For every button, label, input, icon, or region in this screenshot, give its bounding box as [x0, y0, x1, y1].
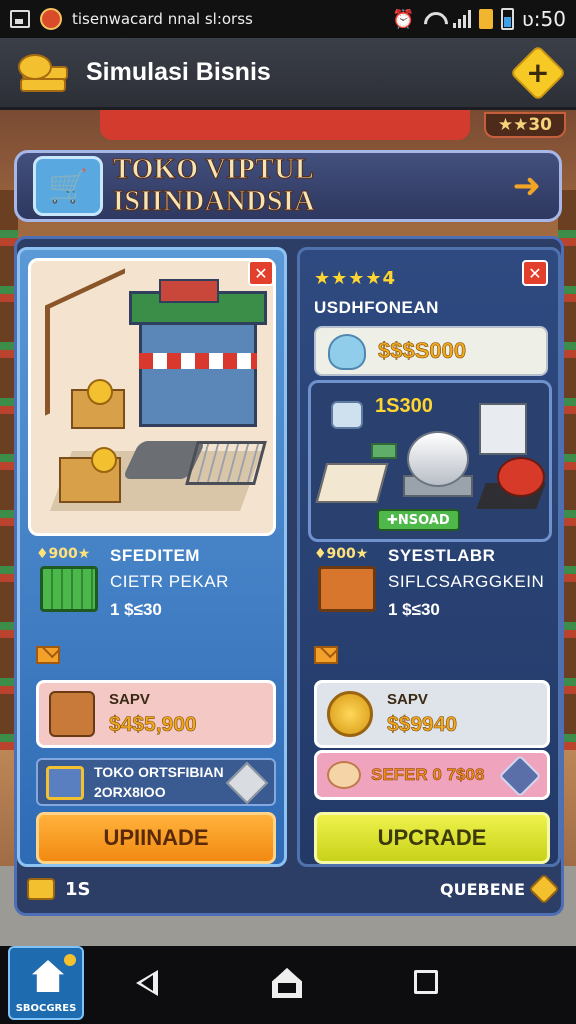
equipment-title: USDHFONEAN	[314, 298, 439, 317]
item-row[interactable]: ♦900★ SYESTLABR SIFLCSARGGKEIN 1 $≤30	[314, 546, 554, 630]
footer-count: 1S	[65, 878, 91, 900]
panel-footer: 1S QUEBENE	[27, 871, 560, 907]
stat-card: SAPV $$9940	[314, 680, 550, 748]
wifi-icon	[423, 10, 445, 28]
red-banner	[100, 110, 470, 140]
add-button[interactable]: +	[509, 44, 567, 101]
plus-icon: +	[526, 55, 550, 89]
stat-label: SAPV	[109, 691, 150, 708]
store-title: TOKO VIPTUL ISIINDANDSIA	[113, 154, 316, 218]
stat-value: $4$5,900	[109, 713, 197, 737]
trolley-icon	[185, 441, 267, 485]
price-box: $$$S000	[314, 326, 548, 376]
alarm-icon: ⏰	[392, 8, 415, 30]
clock-time: ʋ:50	[521, 7, 566, 31]
promo-text: SEFER 0 7$08	[371, 765, 485, 785]
red-roll-icon	[497, 457, 545, 497]
item-cost: 1 $≤30	[110, 600, 162, 619]
equipment-number: 1S300	[375, 395, 433, 417]
store-illustration	[28, 258, 276, 536]
bread-icon	[327, 761, 361, 789]
price-tag: ♦900★	[314, 546, 369, 562]
close-icon[interactable]: ✕	[522, 260, 548, 286]
upgrade-button-right[interactable]: UPCRADE	[314, 812, 550, 864]
business-panel: ✕ ♦900★ SFEDITEM CIETR PEKAR 1 $≤30 SAPV…	[14, 236, 564, 916]
app-bar: Simulasi Bisnis +	[0, 38, 576, 110]
back-icon[interactable]	[136, 970, 158, 996]
battery-icon	[500, 8, 514, 30]
store-code: 2ORX8IOO	[94, 784, 166, 800]
item-subtitle: SIFLCSARGGKEIN	[388, 572, 545, 591]
system-nav-bar: SBOCGRES	[0, 946, 576, 1024]
shield-icon	[498, 754, 542, 798]
notification-dot-icon	[64, 954, 76, 966]
orange-crate-icon	[318, 566, 376, 612]
diamond-icon	[225, 761, 269, 805]
app-notification-icon	[40, 8, 62, 30]
item-name: SYESTLABR	[388, 546, 496, 565]
promo-bar[interactable]: SEFER 0 7$08	[314, 750, 550, 800]
rating-badge: ★★30	[483, 112, 566, 138]
item-name: SFEDITEM	[110, 546, 200, 565]
price-tag: ♦900★	[36, 546, 91, 562]
mail-icon[interactable]	[36, 646, 60, 664]
close-icon[interactable]: ✕	[248, 260, 274, 286]
image-icon	[10, 10, 30, 28]
equipment-card: ★★★★4 ✕ USDHFONEAN $$$S000 1S300 ✚NSOAD …	[297, 247, 561, 867]
stat-card: SAPV $4$5,900	[36, 680, 276, 748]
store-card: ✕ ♦900★ SFEDITEM CIETR PEKAR 1 $≤30 SAPV…	[17, 247, 287, 867]
coin-icon	[87, 379, 113, 405]
cart-icon	[46, 766, 84, 800]
pump-icon	[331, 401, 363, 429]
store-info-bar[interactable]: TOKO ORTSFIBIAN 2ORX8IOO	[36, 758, 276, 806]
item-row[interactable]: ♦900★ SFEDITEM CIETR PEKAR 1 $≤30	[36, 546, 276, 630]
key-icon	[27, 878, 55, 900]
coins-logo-icon	[18, 50, 70, 96]
papers-icon	[315, 463, 389, 503]
machine-icon	[479, 403, 527, 455]
house-icon	[32, 960, 64, 992]
footer-label[interactable]: QUEBENE	[440, 880, 525, 899]
coin-icon	[91, 447, 117, 473]
gem-icon	[528, 873, 560, 905]
stat-value: $$9940	[387, 713, 458, 737]
add-badge[interactable]: ✚NSOAD	[377, 509, 460, 531]
app-title: Simulasi Bisnis	[86, 58, 271, 86]
notification-text: tisenwacard nnal sl:orss	[72, 10, 253, 28]
status-bar: tisenwacard nnal sl:orss ⏰ ʋ:50	[0, 0, 576, 38]
cash-icon	[371, 443, 397, 459]
recent-apps-icon[interactable]	[414, 970, 438, 994]
home-tile-label: SBOCGRES	[15, 1003, 77, 1014]
upgrade-button-left[interactable]: UPIINADE	[36, 812, 276, 864]
arrow-right-icon[interactable]: ➜	[513, 166, 542, 206]
star-rating: ★★★★4	[314, 268, 397, 289]
roller-machine-icon	[407, 431, 469, 487]
home-icon[interactable]	[272, 968, 302, 998]
green-crate-icon	[40, 566, 98, 612]
gold-coin-icon	[327, 691, 373, 737]
shopping-cart-icon: 🛒	[33, 156, 103, 216]
produce-basket-icon	[49, 691, 95, 737]
item-cost: 1 $≤30	[388, 600, 440, 619]
stat-label: SAPV	[387, 691, 428, 708]
equipment-illustration: 1S300 ✚NSOAD	[308, 380, 552, 542]
sim-icon	[478, 9, 493, 29]
signal-icon	[452, 10, 471, 28]
home-tile[interactable]: SBOCGRES	[8, 946, 84, 1020]
price-value: $$$S000	[378, 338, 467, 364]
store-name: TOKO ORTSFIBIAN	[94, 764, 224, 780]
mail-icon[interactable]	[314, 646, 338, 664]
item-subtitle: CIETR PEKAR	[110, 572, 229, 591]
store-header-banner[interactable]: 🛒 TOKO VIPTUL ISIINDANDSIA ➜	[14, 150, 562, 222]
water-jar-icon	[328, 334, 366, 370]
